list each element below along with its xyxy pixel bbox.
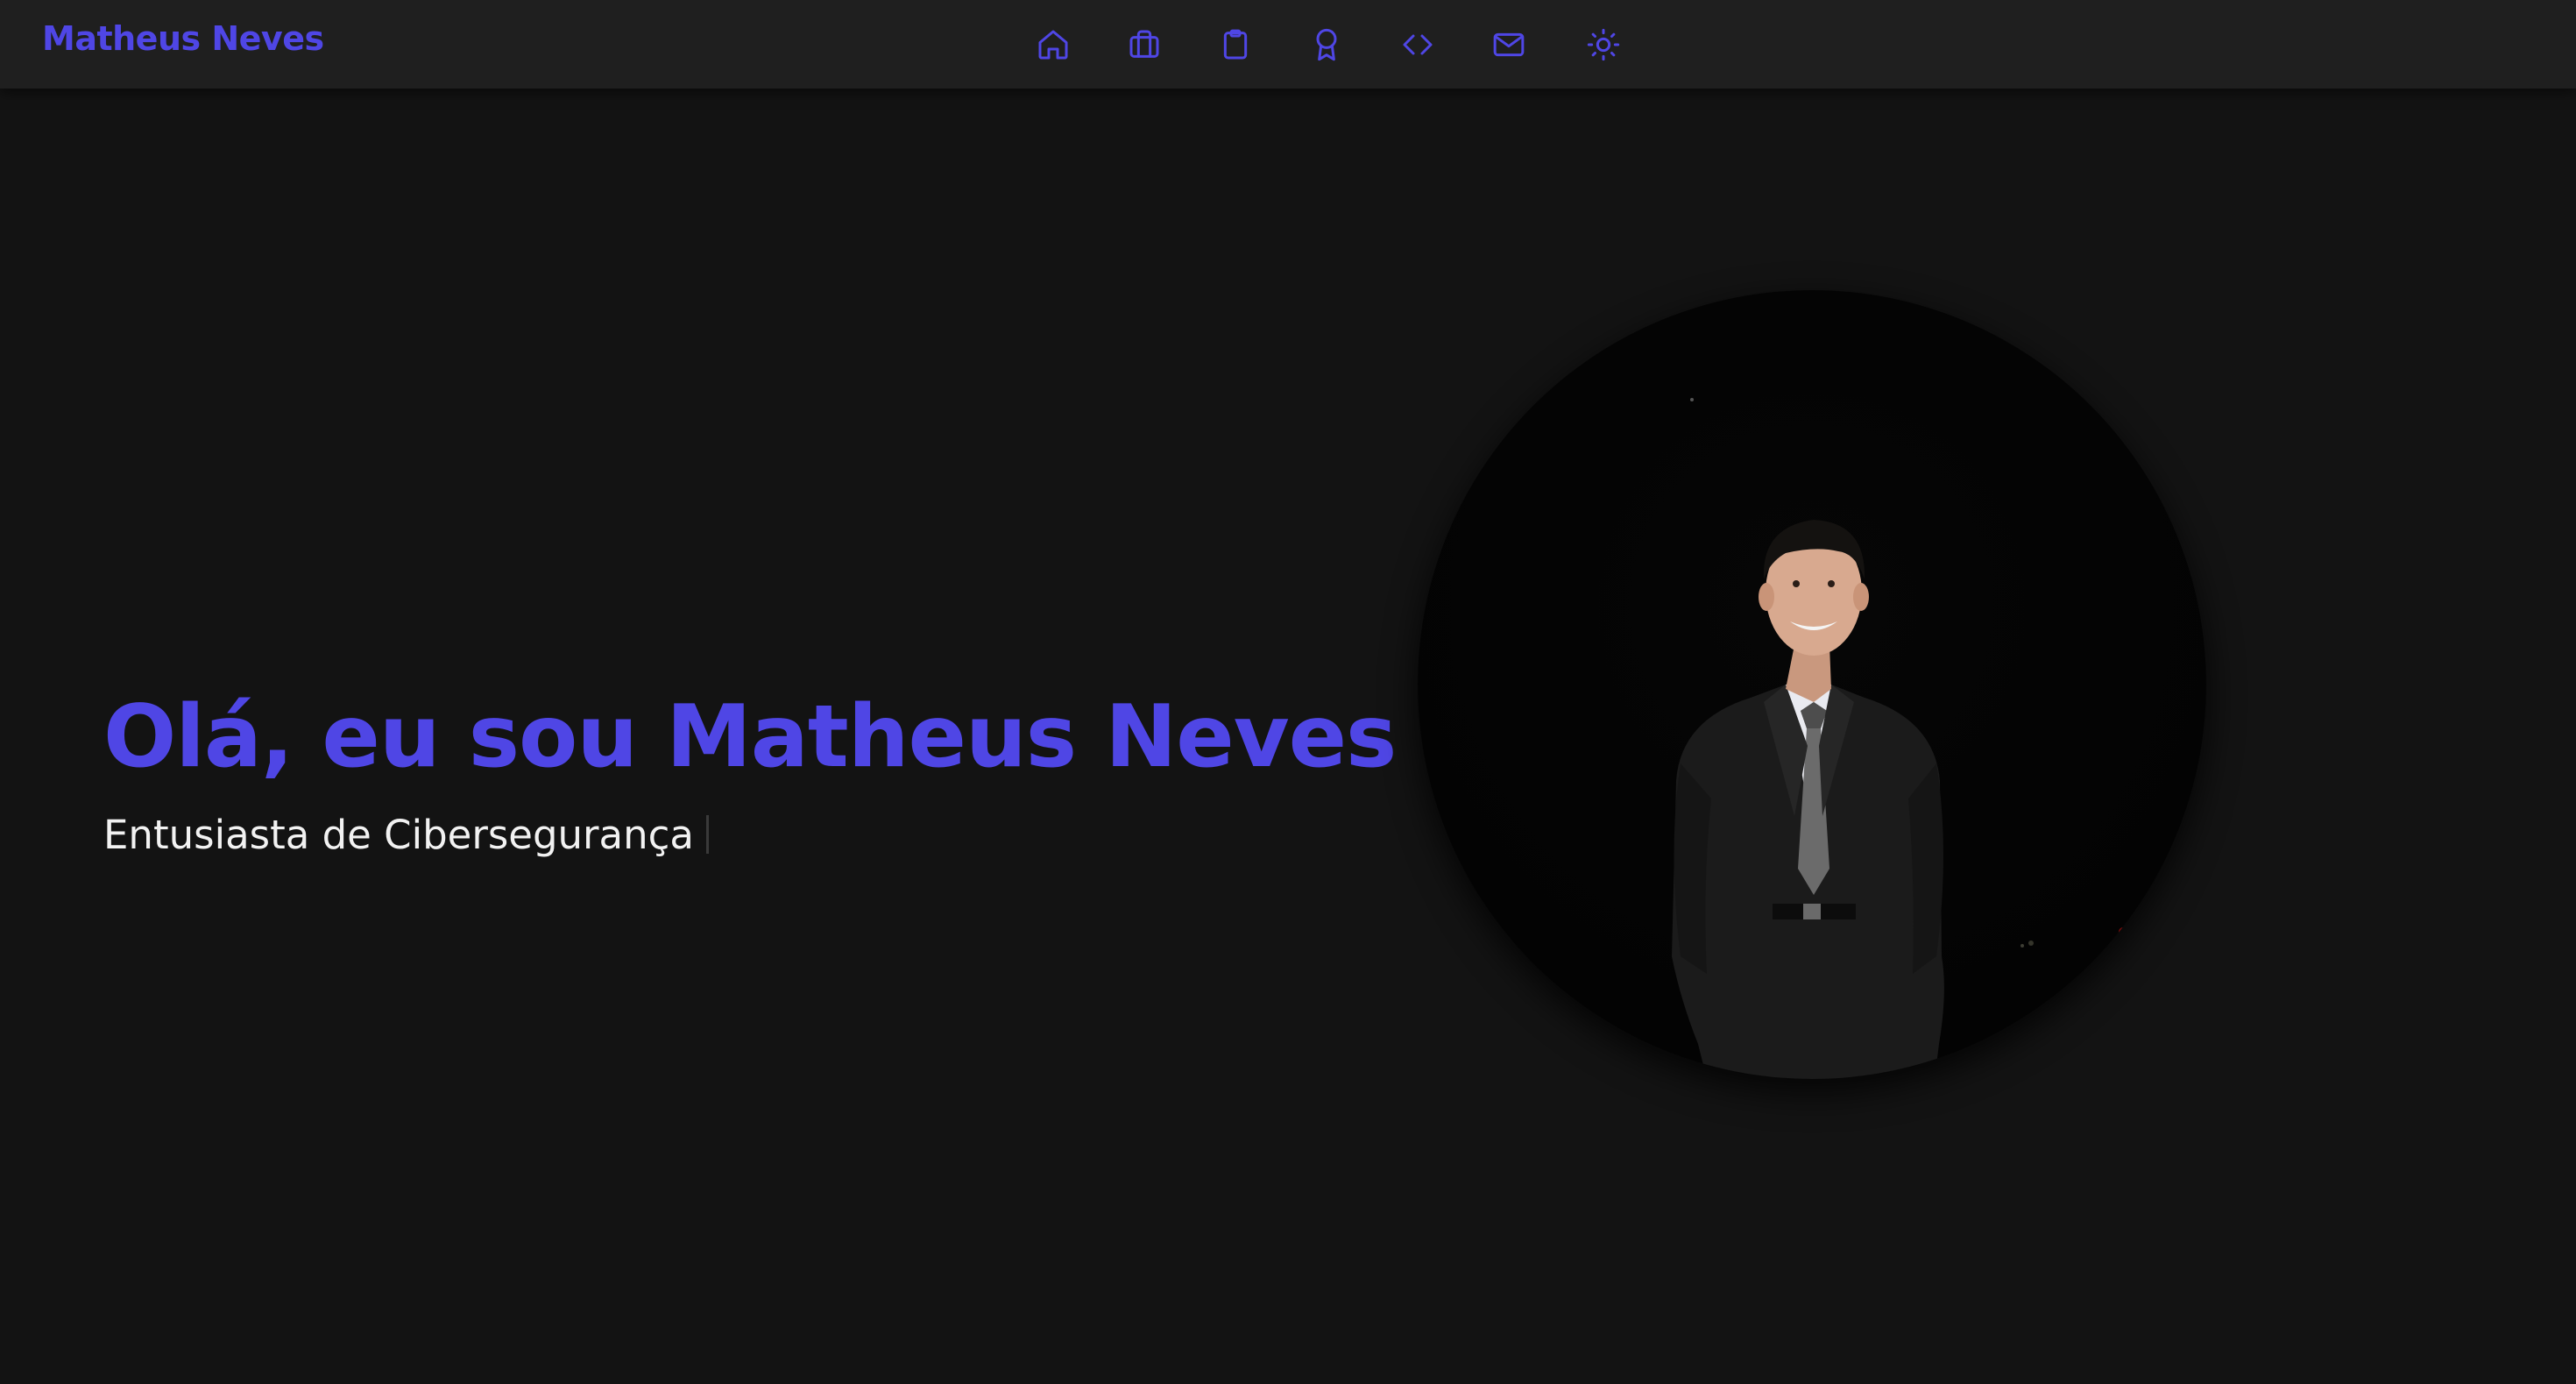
hero-title: Olá, eu sou Matheus Neves bbox=[103, 687, 1397, 787]
navbar: Matheus Neves bbox=[0, 0, 2576, 89]
nav-certifications-button[interactable] bbox=[1298, 16, 1355, 74]
hero-subtitle: Entusiasta de Cibersegurança bbox=[103, 812, 694, 858]
brand-logo-link[interactable]: Matheus Neves bbox=[42, 16, 324, 61]
clipboard-icon bbox=[1223, 29, 1248, 60]
mail-icon bbox=[1493, 32, 1525, 57]
nav-projects-button[interactable] bbox=[1207, 16, 1264, 74]
nav-skills-button[interactable] bbox=[1389, 16, 1447, 74]
nav-contact-button[interactable] bbox=[1480, 16, 1538, 74]
briefcase-icon bbox=[1129, 30, 1159, 58]
nav-home-button[interactable] bbox=[1024, 16, 1082, 74]
theme-toggle-button[interactable] bbox=[1575, 16, 1632, 74]
profile-portrait-illustration bbox=[1672, 398, 2127, 1079]
award-icon bbox=[1316, 28, 1337, 61]
code-icon bbox=[1403, 34, 1433, 55]
sun-icon bbox=[1587, 28, 1620, 61]
home-icon bbox=[1038, 30, 1068, 60]
profile-photo bbox=[1418, 290, 2206, 1079]
hero-subtitle-wrapper: Entusiasta de Cibersegurança bbox=[103, 809, 709, 862]
typing-cursor bbox=[705, 815, 709, 854]
hero-section: Olá, eu sou Matheus Neves Entusiasta de … bbox=[0, 89, 2576, 1384]
nav-experience-button[interactable] bbox=[1115, 16, 1173, 74]
